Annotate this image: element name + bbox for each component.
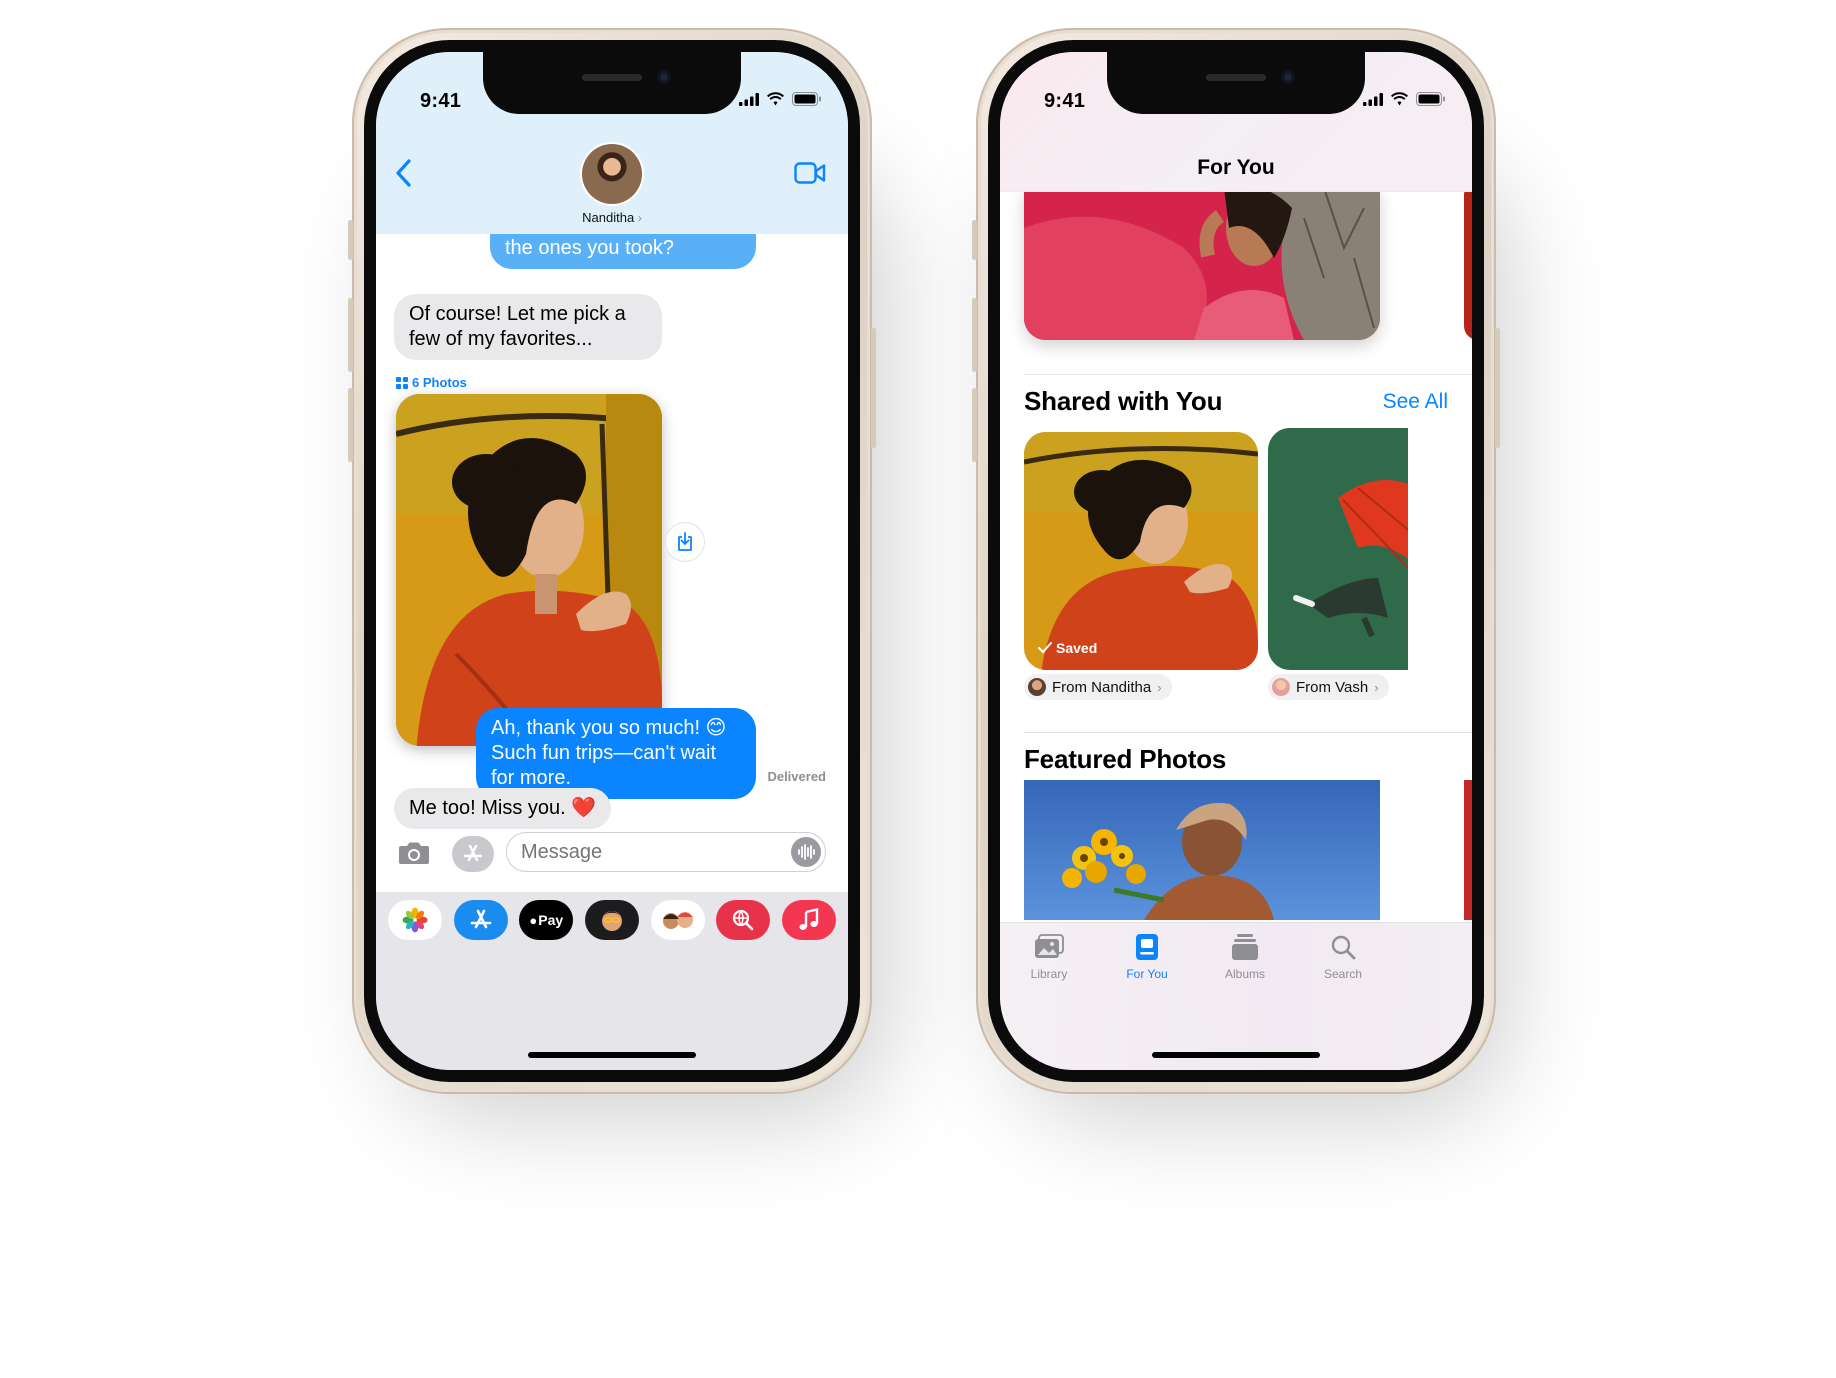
- stickers-faces-icon: [662, 912, 693, 929]
- imessage-app-drawer: ● Pay: [376, 892, 848, 1070]
- portrait-photo: [396, 394, 662, 746]
- for-you-icon: [1136, 934, 1158, 960]
- shared-photo-portrait[interactable]: [396, 394, 662, 746]
- messages-screen: 9:41 Nanditha › photos from our trips. D…: [376, 52, 848, 1070]
- memoji-app-icon[interactable]: [584, 900, 639, 940]
- compose-bar: [376, 832, 848, 878]
- tab-library[interactable]: Library: [1004, 931, 1094, 981]
- featured-photos-title: Featured Photos: [1024, 744, 1227, 774]
- save-photos-button[interactable]: [665, 522, 705, 562]
- shared-photo-card[interactable]: Saved: [1024, 432, 1258, 670]
- featured-photo[interactable]: [1024, 780, 1380, 920]
- contact-name[interactable]: Nanditha ›: [376, 210, 848, 225]
- memoji-stickers-app-icon[interactable]: [650, 900, 705, 940]
- photos-flower-icon: [402, 907, 428, 933]
- globe-search-icon: [733, 909, 754, 931]
- status-time: 9:41: [1044, 90, 1086, 112]
- app-store-button[interactable]: [452, 836, 494, 872]
- memory-photo: [1024, 188, 1380, 340]
- app-store-a-icon: [470, 909, 491, 929]
- next-memory-card[interactable]: [1464, 188, 1472, 340]
- see-all-link[interactable]: See All: [1383, 390, 1448, 414]
- photos-phone: 9:41 For You Shared with You See All Sav…: [972, 28, 1500, 1094]
- message-bubble-incoming[interactable]: Of course! Let me pick a few of my favor…: [394, 294, 662, 360]
- messages-phone: 9:41 Nanditha › photos from our trips. D…: [348, 28, 876, 1094]
- message-bubble-outgoing[interactable]: Ah, thank you so much! 😊 Such fun trips—…: [476, 708, 756, 799]
- next-featured-photo[interactable]: [1464, 780, 1472, 920]
- albums-icon: [1232, 934, 1258, 960]
- app-store-icon: [463, 844, 483, 862]
- message-bubble-incoming[interactable]: Me too! Miss you. ❤️: [394, 788, 612, 829]
- music-app-icon[interactable]: [781, 900, 836, 940]
- delivered-status: Delivered: [767, 769, 826, 784]
- battery-icon: [792, 92, 821, 106]
- contact-avatar: [1028, 678, 1046, 696]
- memory-card[interactable]: [1024, 188, 1380, 340]
- app-store-app-icon[interactable]: [453, 900, 508, 940]
- cellular-signal-icon: [739, 92, 759, 106]
- download-share-icon: [678, 532, 692, 551]
- camera-icon[interactable]: [398, 840, 430, 866]
- tab-bar: Library For You Albums Search: [1000, 922, 1472, 1070]
- page-title: For You: [1197, 156, 1275, 179]
- apple-logo-icon: ●: [529, 912, 538, 928]
- battery-icon: [1416, 92, 1445, 106]
- contact-avatar: [1272, 678, 1290, 696]
- photos-screen: 9:41 For You Shared with You See All Sav…: [1000, 52, 1472, 1070]
- from-contact-chip[interactable]: From Vash ›: [1268, 674, 1389, 700]
- shared-photo-card[interactable]: [1268, 428, 1408, 670]
- tab-albums[interactable]: Albums: [1200, 931, 1290, 981]
- music-note-icon: [799, 908, 819, 930]
- portrait-photo: [1024, 432, 1258, 670]
- photo-collection-label[interactable]: 6 Photos: [396, 375, 467, 390]
- grid-icon: [396, 376, 408, 389]
- audio-message-button[interactable]: [791, 837, 821, 867]
- from-contact-chip[interactable]: From Nanditha ›: [1024, 674, 1172, 700]
- memoji-face-icon: [601, 911, 622, 931]
- shared-with-you-title: Shared with You: [1024, 386, 1223, 416]
- apple-pay-app-icon[interactable]: ● Pay: [519, 900, 574, 940]
- photos-app-icon[interactable]: [388, 900, 442, 940]
- back-chevron-icon[interactable]: [394, 158, 412, 188]
- cellular-signal-icon: [1363, 92, 1383, 106]
- search-icon: [1331, 935, 1356, 960]
- tab-for-you[interactable]: For You: [1102, 931, 1192, 981]
- tab-search[interactable]: Search: [1298, 931, 1388, 981]
- home-indicator[interactable]: [1152, 1052, 1320, 1058]
- contact-avatar[interactable]: [582, 144, 642, 204]
- checkmark-icon: [1038, 642, 1052, 654]
- waveform-icon: [798, 844, 815, 860]
- photo-library-icon: [1035, 934, 1064, 958]
- status-time: 9:41: [420, 90, 462, 112]
- wifi-icon: [767, 92, 784, 106]
- message-input[interactable]: [506, 832, 826, 872]
- facetime-video-icon[interactable]: [794, 162, 826, 184]
- search-images-app-icon[interactable]: [716, 900, 771, 940]
- umbrella-photo: [1268, 428, 1408, 670]
- saved-badge: Saved: [1038, 640, 1097, 656]
- home-indicator[interactable]: [528, 1052, 696, 1058]
- featured-photo-image: [1024, 780, 1380, 920]
- wifi-icon: [1391, 92, 1408, 106]
